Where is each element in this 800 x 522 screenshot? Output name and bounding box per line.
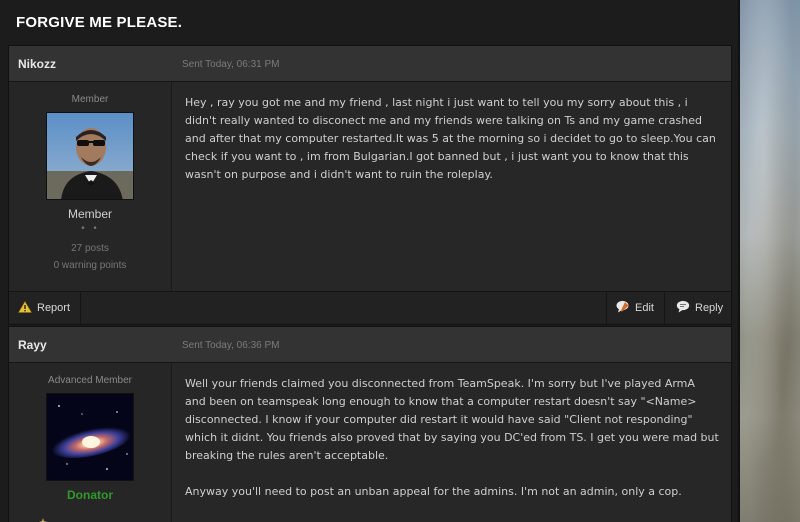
post-date: Sent Today, 06:36 PM — [182, 340, 280, 351]
page-title: FORGIVE ME PLEASE. — [16, 14, 183, 31]
avatar-galaxy — [47, 394, 133, 480]
member-group: Member — [67, 207, 112, 221]
edit-button[interactable]: Edit — [616, 292, 654, 324]
post-author[interactable]: Rayy — [18, 338, 47, 352]
post-content: Well your friends claimed you disconnect… — [172, 363, 731, 522]
avatar[interactable] — [46, 393, 134, 481]
reply-label: Reply — [695, 302, 724, 314]
rank-title: Member — [71, 94, 109, 105]
post-paragraph: Anyway you'll need to post an unban appe… — [185, 485, 682, 498]
forum-post: Rayy Sent Today, 06:36 PM Advanced Membe… — [8, 326, 732, 522]
post-footer: Report Edit Reply — [9, 291, 731, 324]
report-button[interactable]: Report — [17, 292, 71, 324]
post-header: Rayy Sent Today, 06:36 PM — [9, 327, 731, 363]
post-header: Nikozz Sent Today, 06:31 PM — [9, 46, 731, 82]
divider — [606, 292, 607, 324]
divider — [80, 292, 81, 324]
forum-post: Nikozz Sent Today, 06:31 PM Member Membe… — [8, 45, 732, 325]
reply-icon — [676, 300, 690, 316]
report-label: Report — [37, 302, 71, 314]
warning-points: 0 warning points — [53, 260, 127, 271]
edit-label: Edit — [635, 302, 654, 314]
avatar-photo — [47, 113, 133, 199]
post-count: 27 posts — [71, 243, 109, 254]
post-paragraph: Well your friends claimed you disconnect… — [185, 377, 719, 462]
member-group: Donator — [67, 488, 113, 502]
reply-button[interactable]: Reply — [676, 292, 723, 324]
author-info: Member Member • • 27 posts 0 warning poi… — [9, 82, 172, 291]
post-paragraph: Hey , ray you got me and my friend , las… — [185, 96, 716, 181]
rank-pips: • • — [80, 224, 100, 234]
post-date: Sent Today, 06:31 PM — [182, 59, 280, 70]
divider — [664, 292, 665, 324]
forum-thread: FORGIVE ME PLEASE. Nikozz Sent Today, 06… — [0, 0, 740, 522]
rank-pip-icon — [39, 511, 47, 522]
post-content: Hey , ray you got me and my friend , las… — [172, 82, 731, 291]
rank-title: Advanced Member — [48, 375, 132, 386]
post-author[interactable]: Nikozz — [18, 57, 56, 71]
author-info: Advanced Member Donator — [9, 363, 172, 522]
edit-icon — [616, 300, 630, 316]
warning-icon — [17, 300, 33, 316]
background-scenery — [740, 0, 800, 522]
avatar[interactable] — [46, 112, 134, 200]
